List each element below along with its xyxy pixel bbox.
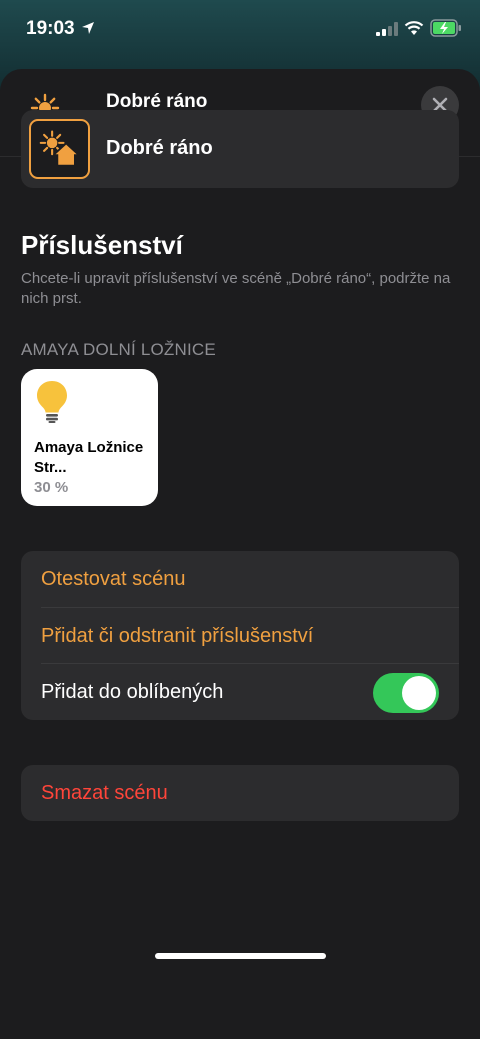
favorites-row: Přidat do oblíbených bbox=[21, 664, 459, 720]
accessories-description: Chcete-li upravit příslušenství ve scéně… bbox=[21, 270, 451, 307]
scene-icon-button[interactable] bbox=[29, 119, 90, 179]
delete-scene-label: Smazat scénu bbox=[41, 782, 168, 804]
accessory-tile[interactable]: Amaya Ložnice Str... 30 % bbox=[21, 369, 158, 506]
location-arrow-icon bbox=[82, 22, 94, 34]
favorites-label: Přidat do oblíbených bbox=[41, 681, 224, 703]
accessories-heading: Příslušenství bbox=[21, 230, 183, 260]
lightbulb-icon bbox=[37, 381, 67, 423]
toggle-knob bbox=[402, 676, 436, 710]
test-scene-label: Otestovat scénu bbox=[41, 568, 186, 590]
test-scene-button[interactable]: Otestovat scénu bbox=[21, 551, 459, 607]
favorites-toggle[interactable] bbox=[373, 673, 439, 713]
room-label: AMAYA DOLNÍ LOŽNICE bbox=[21, 340, 216, 359]
status-bar: 19:03 bbox=[0, 0, 480, 60]
home-indicator[interactable] bbox=[155, 953, 326, 959]
scene-name-field[interactable]: Dobré ráno bbox=[106, 137, 213, 160]
wifi-icon bbox=[404, 21, 424, 35]
cellular-signal-icon bbox=[376, 22, 398, 36]
status-time: 19:03 bbox=[26, 18, 75, 39]
scene-card[interactable]: Dobré ráno bbox=[21, 110, 459, 188]
delete-scene-button[interactable]: Smazat scénu bbox=[21, 765, 459, 821]
scene-actions-group: Otestovat scénu Přidat či odstranit přís… bbox=[21, 551, 459, 720]
add-remove-accessories-label: Přidat či odstranit příslušenství bbox=[41, 625, 314, 647]
add-remove-accessories-button[interactable]: Přidat či odstranit příslušenství bbox=[21, 608, 459, 664]
sun-house-icon bbox=[39, 130, 79, 167]
battery-charging-icon bbox=[430, 19, 461, 37]
accessory-status: 30 % bbox=[34, 479, 69, 496]
accessory-name: Amaya Ložnice Str... bbox=[34, 439, 144, 476]
